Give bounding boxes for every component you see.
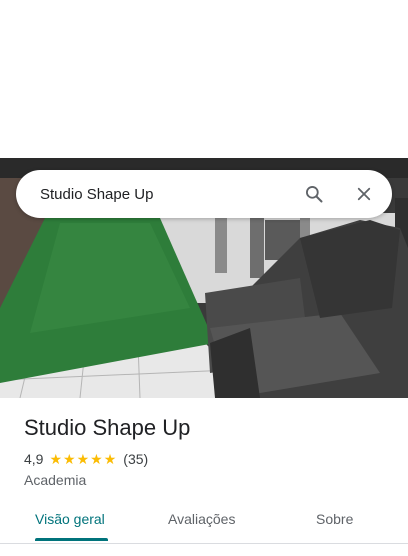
tab-divider bbox=[0, 543, 408, 544]
place-title: Studio Shape Up bbox=[24, 415, 191, 440]
tab-overview[interactable]: Visão geral bbox=[35, 511, 105, 527]
tab-reviews[interactable]: Avaliações bbox=[168, 511, 235, 527]
star-rating: ★ ★ ★ ★ ★ bbox=[49, 452, 117, 466]
map-area bbox=[0, 0, 408, 158]
star-icon: ★ bbox=[63, 451, 76, 467]
tab-about[interactable]: Sobre bbox=[316, 511, 353, 527]
search-input[interactable]: Studio Shape Up bbox=[40, 186, 280, 203]
rating-row[interactable]: 4,9 ★ ★ ★ ★ ★ (35) bbox=[24, 451, 148, 467]
close-icon[interactable] bbox=[348, 178, 380, 210]
search-bar[interactable]: Studio Shape Up bbox=[16, 170, 392, 218]
star-icon: ★ bbox=[76, 451, 90, 467]
rating-value: 4,9 bbox=[24, 451, 44, 467]
reviews-count[interactable]: (35) bbox=[123, 451, 148, 467]
search-icon[interactable] bbox=[298, 178, 330, 210]
star-icon: ★ bbox=[103, 451, 117, 467]
tab-bar: Visão geral Avaliações Sobre bbox=[0, 500, 408, 544]
star-icon: ★ bbox=[90, 451, 103, 467]
star-icon: ★ bbox=[49, 451, 63, 467]
place-category[interactable]: Academia bbox=[24, 472, 86, 488]
active-tab-indicator bbox=[35, 538, 108, 541]
